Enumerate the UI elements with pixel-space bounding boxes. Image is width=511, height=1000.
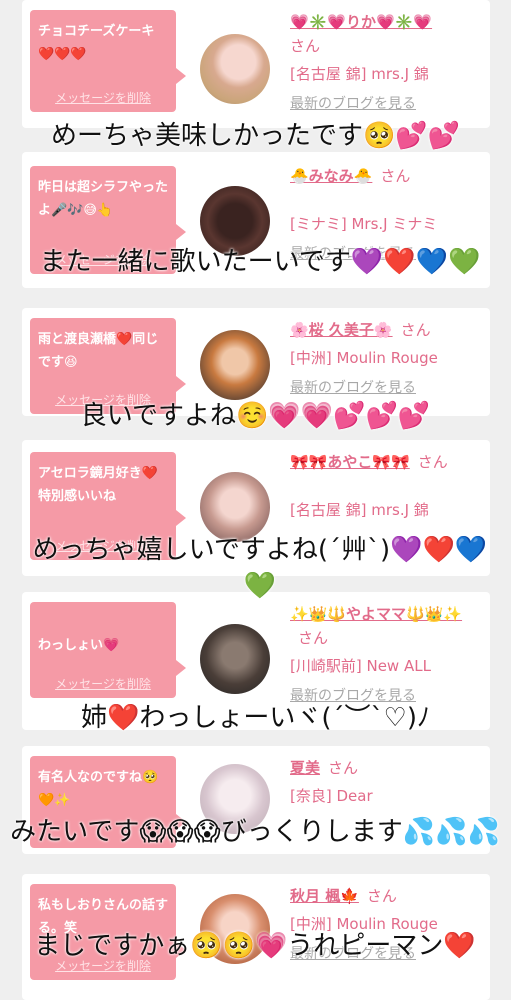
honorific-label: さん [380, 167, 411, 185]
caption-text: また一緒に歌いたーいです💜❤️💙💚 [39, 247, 481, 277]
message-text: わっしょい💗 [38, 638, 120, 653]
honorific-label: さん [298, 629, 329, 647]
user-name-link[interactable]: 夏美 [290, 759, 320, 777]
honorific-label: さん [290, 37, 321, 55]
honorific-label: さん [400, 321, 431, 339]
shop-label: [中洲] Moulin Rouge [290, 349, 438, 367]
message-bubble: わっしょい💗 メッセージを削除 [30, 602, 186, 698]
user-name-link[interactable]: 🌸桜 久美子🌸 [290, 321, 393, 339]
delete-message-link[interactable]: メッセージを削除 [30, 89, 176, 106]
message-text: 有名人なのですね🥺🧡✨ [38, 770, 159, 808]
shop-label: [川崎駅前] New ALL [290, 657, 431, 675]
message-text: チョコチーズケーキ❤️❤️❤️ [38, 24, 155, 62]
blog-link[interactable]: 最新のブログを見る [290, 378, 480, 398]
shop-label: [名古屋 錦] mrs.J 錦 [290, 65, 429, 83]
blog-link[interactable]: 最新のブログを見る [290, 94, 480, 114]
caption-text: 姉❤️わっしょーいヾ(´︶`♡)ﾉ [81, 703, 430, 733]
user-name-link[interactable]: 秋月 楓🍁 [290, 887, 359, 905]
honorific-label: さん [366, 887, 397, 905]
avatar[interactable] [200, 330, 270, 400]
shop-label: [奈良] Dear [290, 787, 373, 805]
shop-label: [名古屋 錦] mrs.J 錦 [290, 501, 429, 519]
user-name-link[interactable]: 🎀🎀あやこ🎀🎀 [290, 453, 410, 471]
shop-label: [ミナミ] Mrs.J ミナミ [290, 215, 438, 233]
caption-text: まじですかぁ🥺🥺💗うれピーマン❤️ [34, 931, 476, 961]
honorific-label: さん [328, 759, 359, 777]
honorific-label: さん [417, 453, 448, 471]
message-card: チョコチーズケーキ❤️❤️❤️ メッセージを削除 💗✳️💗りか💗✳️💗 さん [名… [22, 0, 490, 128]
user-name-link[interactable]: 💗✳️💗りか💗✳️💗 [290, 13, 432, 31]
message-text: 雨と渡良瀬橋❤️同じです😆 [38, 332, 159, 370]
message-text: 昨日は超シラフやったよ🎤🎶😅👆 [38, 180, 169, 218]
caption-text: みたいです😱😱😱びっくりします💦💦💦 [10, 817, 500, 847]
avatar[interactable] [200, 34, 270, 104]
avatar[interactable] [200, 624, 270, 694]
message-text: アセロラ鏡月好き❤️特別感いいね [38, 466, 158, 504]
user-name-link[interactable]: 🐣みなみ🐣 [290, 167, 372, 185]
user-name-link[interactable]: ✨👑🔱やよママ🔱👑✨ [290, 605, 462, 623]
caption-text: めーちゃ美味しかったです🥺💕💕 [50, 121, 461, 151]
delete-message-link[interactable]: メッセージを削除 [30, 675, 176, 692]
caption-text: めっちゃ嬉しいですよね(´艸`)💜❤️💙💚 [32, 535, 488, 601]
message-bubble: チョコチーズケーキ❤️❤️❤️ メッセージを削除 [30, 10, 186, 112]
caption-text: 良いですよね☺️💗💗💕💕💕 [80, 401, 431, 431]
